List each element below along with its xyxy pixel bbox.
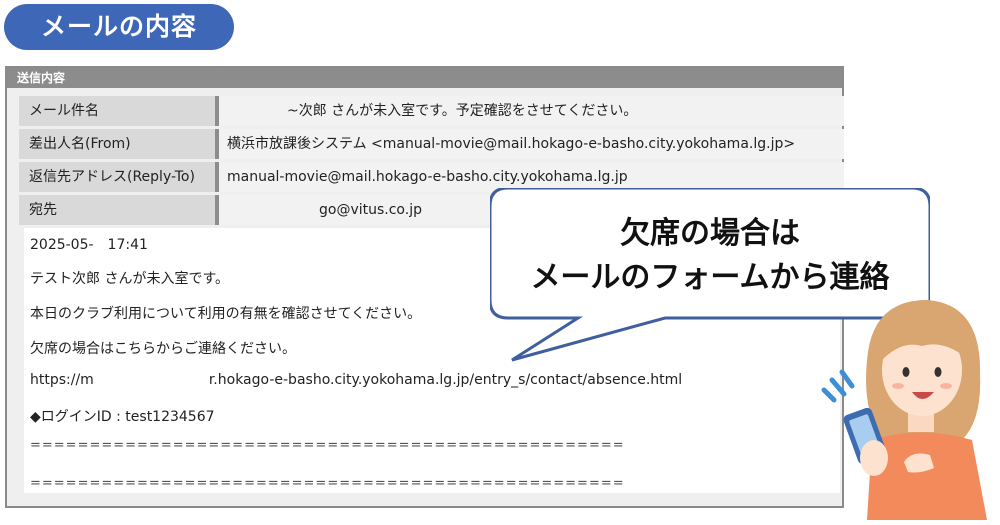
body-line-1: テスト次郎 さんが未入室です。 [30, 271, 230, 287]
row-value-from: 横浜市放課後システム <manual-movie@mail.hokago-e-b… [219, 129, 844, 159]
body-line-3: 欠席の場合はこちらからご連絡ください。 [30, 341, 296, 357]
body-separator: ========================================… [30, 438, 625, 453]
row-label-from: 差出人名(From) [19, 129, 219, 159]
row-label-reply-to: 返信先アドレス(Reply-To) [19, 162, 219, 192]
woman-with-phone-illustration [821, 300, 987, 520]
table-row: 差出人名(From) 横浜市放課後システム <manual-movie@mail… [19, 129, 844, 159]
callout-text: 欠席の場合は メールのフォームから連絡 [494, 212, 926, 300]
body-url[interactable]: https://m r.hokago-e-basho.city.yokohama.… [30, 372, 682, 388]
row-label-subject: メール件名 [19, 96, 219, 126]
body-datetime: 2025-05- 17:41 [30, 237, 148, 253]
row-label-to: 宛先 [19, 195, 219, 225]
body-line-2: 本日のクラブ利用について利用の有無を確認させてください。 [30, 306, 422, 322]
row-value-subject: ~次郎 さんが未入室です。予定確認をさせてください。 [219, 96, 844, 126]
section-title-badge: メールの内容 [4, 4, 234, 50]
vibration-icon [821, 369, 855, 403]
body-separator: ========================================… [30, 476, 625, 491]
table-row: メール件名 ~次郎 さんが未入室です。予定確認をさせてください。 [19, 96, 844, 126]
panel-header: 送信内容 [7, 68, 842, 88]
body-login-id: ◆ログインID : test1234567 [30, 409, 215, 425]
callout-line-1: 欠席の場合は [620, 216, 800, 251]
